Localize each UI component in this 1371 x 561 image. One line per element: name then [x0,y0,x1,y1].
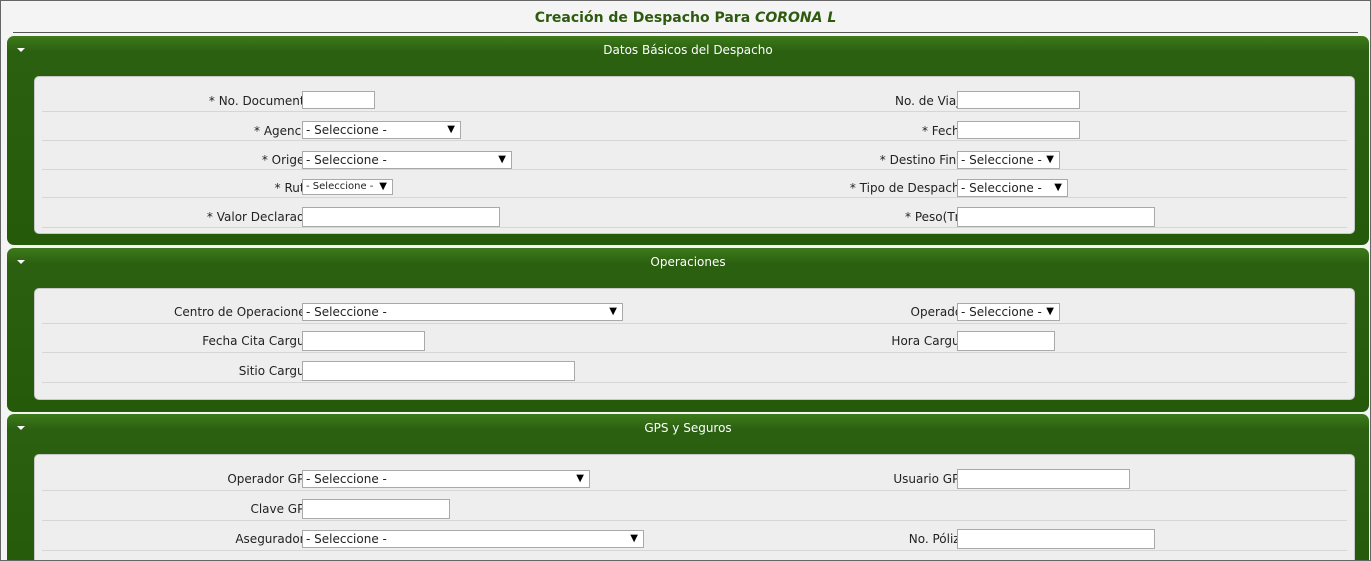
panel-operations-body: Centro de Operaciones: - Seleccione - ▼ O… [34,288,1355,400]
operador-label: Operador: [910,305,971,319]
dropdown-arrow-icon: ▼ [1054,182,1062,193]
usuario-gps-input[interactable] [957,469,1130,489]
sitio-cargue-input[interactable] [302,361,575,381]
row-divider [42,550,1347,551]
fecha-input[interactable] [957,121,1080,139]
destino-select-value: - Seleccione - [961,153,1042,167]
destino-select[interactable]: - Seleccione - ▼ [957,151,1060,169]
trip-number-label: No. de Viaje: [895,94,971,108]
row-divider [42,197,1347,198]
dropdown-arrow-icon: ▼ [1046,306,1054,317]
collapse-icon[interactable] [17,260,25,264]
panel-basic-body: * No. Documento: No. de Viaje: * Agencia… [34,76,1355,234]
clave-gps-input[interactable] [302,499,450,519]
title-divider [13,32,1358,33]
panel-operations-header[interactable]: Operaciones [7,248,1369,278]
row-divider [42,140,1347,141]
row-divider [42,520,1347,521]
page-title-prefix: Creación de Despacho Para [534,10,751,26]
tipo-despacho-label: * Tipo de Despacho: [849,181,971,195]
row-divider [42,227,1347,228]
page-title-company: CORONA L [755,10,837,26]
row-divider [42,352,1347,353]
operador-select[interactable]: - Seleccione - ▼ [957,303,1060,321]
row-divider [42,382,1347,383]
tipo-despacho-select-value: - Seleccione - [961,181,1042,195]
collapse-icon[interactable] [17,426,25,430]
panel-gps-header[interactable]: GPS y Seguros [7,414,1369,444]
operador-select-value: - Seleccione - [961,305,1042,319]
panel-gps-title: GPS y Seguros [644,421,732,435]
panel-operations-title: Operaciones [650,255,726,269]
destino-label: * Destino Final: [879,153,971,167]
panel-operations: Operaciones Centro de Operaciones: - Sel… [7,248,1369,412]
row-divider [42,111,1347,112]
panel-basic-header[interactable]: Datos Básicos del Despacho [7,36,1369,66]
page-title: Creación de Despacho Para CORONA L [1,1,1370,34]
sitio-cargue-label: Sitio Cargue: [238,364,316,378]
trip-number-input[interactable] [957,91,1080,109]
usuario-gps-label: Usuario GPS: [893,472,971,486]
row-divider [42,323,1347,324]
panel-gps-insurance: GPS y Seguros Operador GPS: - Seleccione… [7,414,1369,560]
hora-cargue-input[interactable] [957,331,1055,351]
dispatch-form-window: Creación de Despacho Para CORONA L Datos… [0,0,1371,561]
poliza-label: No. Póliza: [908,532,971,546]
row-divider [42,169,1347,170]
panel-basic-title: Datos Básicos del Despacho [603,43,773,57]
clave-gps-label: Clave GPS: [250,502,316,516]
peso-input[interactable] [957,207,1155,227]
panel-gps-body: Operador GPS: - Seleccione - ▼ Usuario GP… [34,454,1355,560]
panel-basic-data: Datos Básicos del Despacho * No. Documen… [7,36,1369,245]
tipo-despacho-select[interactable]: - Seleccione - ▼ [957,179,1068,197]
hora-cargue-label: Hora Cargue: [891,334,971,348]
collapse-icon[interactable] [17,48,25,52]
peso-label: * Peso(Tn): [905,210,971,224]
poliza-input[interactable] [957,529,1155,549]
row-divider [42,490,1347,491]
dropdown-arrow-icon: ▼ [1046,154,1054,165]
fecha-label: * Fecha: [921,124,971,138]
